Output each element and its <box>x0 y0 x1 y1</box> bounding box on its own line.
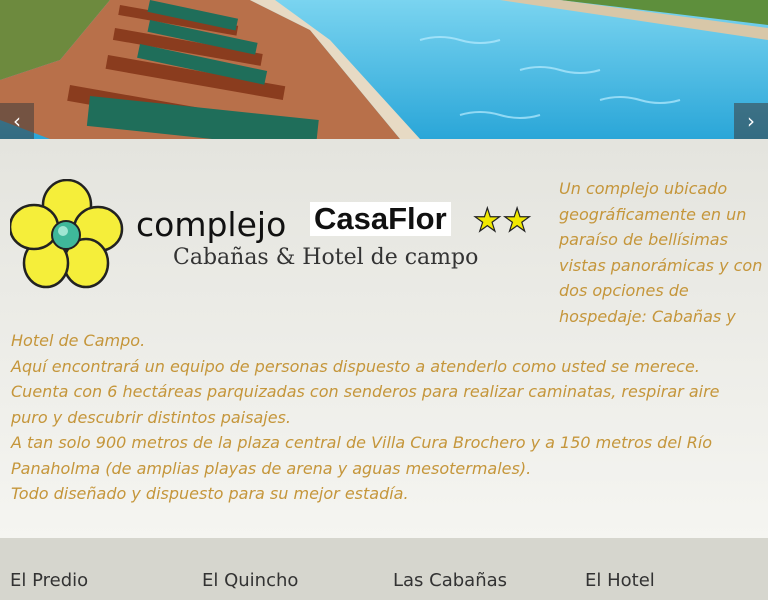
flower-logo-icon <box>10 179 124 289</box>
intro-text: Un complejo ubicado geográficamente en u… <box>559 179 763 326</box>
description-text: Hotel de Campo. Aquí encontrará un equip… <box>11 328 761 507</box>
nav-link-el-predio[interactable]: El Predio <box>10 570 88 591</box>
bottom-nav: El Predio El Quincho Las Cabañas El Hote… <box>0 538 768 600</box>
description-line: Todo diseñado y dispuesto para su mejor … <box>11 484 409 503</box>
content-section: complejo CasaFlor ★★ Cabañas & Hotel de … <box>0 139 768 538</box>
nav-link-el-hotel[interactable]: El Hotel <box>585 570 655 591</box>
nav-link-las-cabanas[interactable]: Las Cabañas <box>393 570 507 591</box>
hero-slider: ‹ › <box>0 0 768 139</box>
description-line: Aquí encontrará un equipo de personas di… <box>11 356 700 376</box>
description-line: Cuenta con 6 hectáreas parquizadas con s… <box>11 382 720 427</box>
pool-photo <box>0 0 768 139</box>
logo: complejo CasaFlor ★★ Cabañas & Hotel de … <box>10 179 545 294</box>
description-line: Hotel de Campo. <box>11 331 146 350</box>
description-line: A tan solo 900 metros de la plaza centra… <box>11 433 713 478</box>
nav-link-el-quincho[interactable]: El Quincho <box>202 570 298 591</box>
slider-next-button[interactable]: › <box>734 103 768 139</box>
slider-prev-button[interactable]: ‹ <box>0 103 34 139</box>
logo-subtitle: Cabañas & Hotel de campo <box>173 245 479 270</box>
star-rating-icon: ★★ <box>472 200 533 239</box>
chevron-right-icon: › <box>747 109 755 133</box>
chevron-left-icon: ‹ <box>13 109 21 133</box>
logo-word: complejo <box>136 205 287 244</box>
logo-brand: CasaFlor <box>310 202 451 236</box>
